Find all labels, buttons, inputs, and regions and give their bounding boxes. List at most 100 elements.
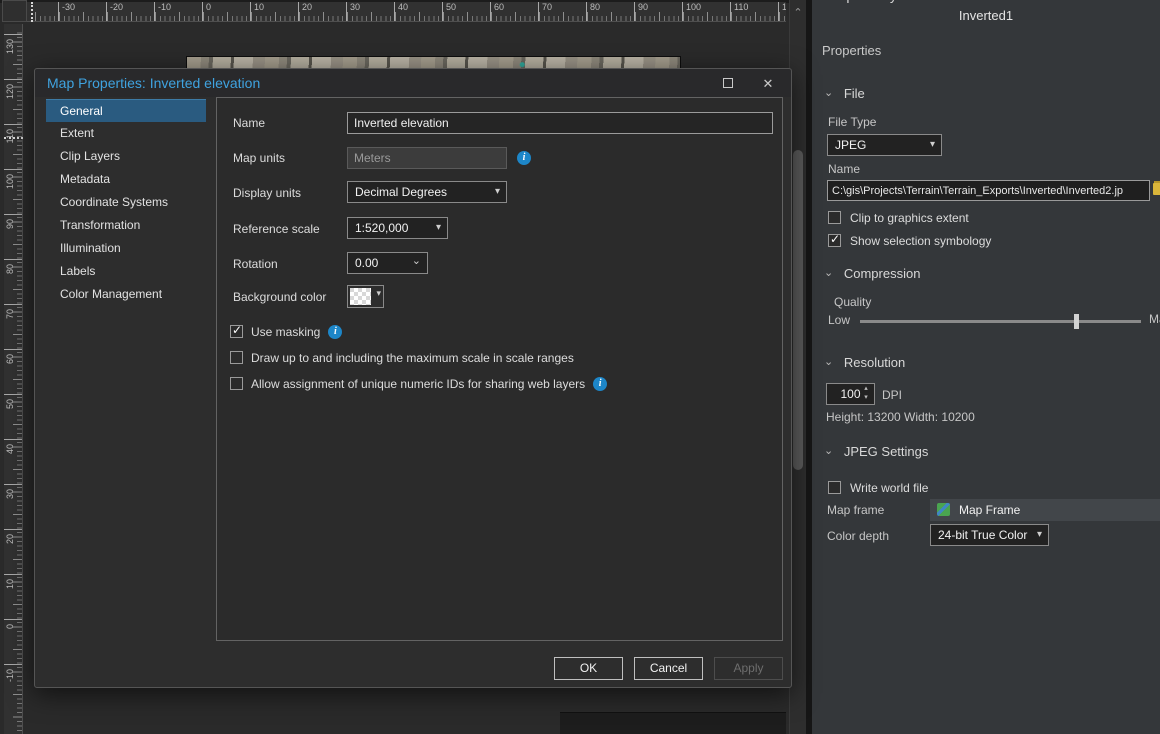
dialog-checkbox-row[interactable]: Use masking (230, 323, 342, 339)
pane-title-text: Export Layout (812, 0, 1160, 3)
resolution-section-header[interactable]: Resolution (824, 355, 905, 370)
checkbox-label: Write world file (850, 481, 928, 495)
rotation-label: Rotation (233, 257, 278, 271)
checkbox[interactable] (230, 325, 243, 338)
dialog-tab-metadata[interactable]: Metadata (46, 168, 206, 191)
dialog-titlebar: Map Properties: Inverted elevation ✕ (35, 69, 791, 97)
display-units-dropdown[interactable]: Decimal Degrees (347, 181, 507, 203)
compression-section-header[interactable]: Compression (824, 266, 920, 281)
ruler-tick: -10 (4, 664, 23, 709)
document-name: Inverted1 (812, 8, 1160, 23)
file-type-label: File Type (828, 115, 876, 129)
color-depth-dropdown[interactable]: 24-bit True Color (930, 524, 1049, 546)
map-name-input[interactable] (347, 112, 773, 134)
ruler-tick: 50 (4, 394, 23, 439)
checkbox[interactable] (828, 481, 841, 494)
ruler-tick: 110 (4, 124, 23, 169)
ok-button[interactable]: OK (554, 657, 623, 680)
dialog-tab-illumination[interactable]: Illumination (46, 237, 206, 260)
scrollbar-thumb[interactable] (793, 150, 803, 470)
dpi-unit-label: DPI (882, 388, 902, 402)
close-icon: ✕ (763, 76, 774, 91)
ruler-tick: 40 (394, 2, 442, 22)
dialog-tab-extent[interactable]: Extent (46, 122, 206, 145)
quality-max-label: Max (1149, 312, 1160, 326)
color-depth-label: Color depth (827, 529, 889, 543)
dpi-spinner[interactable]: 100 ▴▾ (826, 383, 875, 405)
file-section-header[interactable]: File (824, 86, 865, 101)
checkbox[interactable] (230, 351, 243, 364)
ruler-tick: 20 (4, 529, 23, 574)
output-path-input[interactable] (827, 180, 1150, 201)
maximize-button[interactable] (713, 74, 743, 94)
general-panel: Name Map units Display units Decimal Deg… (216, 97, 783, 641)
selection-symbology-row[interactable]: Show selection symbology (828, 232, 999, 248)
ruler-cursor-marker-horizontal (31, 2, 33, 22)
map-frame-value: Map Frame (959, 503, 1020, 517)
resolution-header-text: Resolution (844, 355, 905, 370)
file-type-dropdown[interactable]: JPEG (827, 134, 942, 156)
ruler-tick: 70 (4, 304, 23, 349)
info-icon[interactable] (517, 151, 531, 165)
dialog-tab-coordinate-systems[interactable]: Coordinate Systems (46, 191, 206, 214)
ruler-tick: 90 (634, 2, 682, 22)
reference-scale-dropdown[interactable]: 1:520,000 (347, 217, 448, 239)
quality-min-label: Low (828, 313, 850, 327)
dialog-tab-general[interactable]: General (46, 99, 206, 122)
ruler-tick: 90 (4, 214, 23, 259)
quality-slider-handle[interactable] (1074, 314, 1079, 329)
jpeg-header-text: JPEG Settings (844, 444, 929, 459)
apply-button: Apply (714, 657, 783, 680)
ruler-tick: 10 (250, 2, 298, 22)
cancel-button[interactable]: Cancel (634, 657, 703, 680)
ruler-tick: 80 (586, 2, 634, 22)
dialog-tab-color-management[interactable]: Color Management (46, 283, 206, 306)
checkbox[interactable] (230, 377, 243, 390)
name-label: Name (233, 116, 265, 130)
dialog-tab-transformation[interactable]: Transformation (46, 214, 206, 237)
spinner-arrows-icon[interactable]: ▴▾ (861, 384, 871, 404)
jpeg-settings-section-header[interactable]: JPEG Settings (824, 444, 928, 459)
ruler-tick: 110 (730, 2, 778, 22)
map-frame-icon (937, 503, 950, 516)
checkbox-label: Show selection symbology (850, 234, 991, 248)
map-frame-label: Map frame (827, 503, 884, 517)
write-world-file-row[interactable]: Write world file (828, 479, 936, 495)
export-pane: Export Layout Inverted1 Properties File … (812, 0, 1160, 734)
reference-scale-label: Reference scale (233, 222, 320, 236)
dialog-tab-clip-layers[interactable]: Clip Layers (46, 145, 206, 168)
ruler-tick: -20 (106, 2, 154, 22)
dialog-checkbox-row[interactable]: Allow assignment of unique numeric IDs f… (230, 375, 607, 391)
dialog-tab-labels[interactable]: Labels (46, 260, 206, 283)
ruler-corner (2, 0, 27, 22)
ruler-tick: 20 (298, 2, 346, 22)
ruler-tick: 130 (4, 34, 23, 79)
info-icon[interactable] (328, 325, 342, 339)
ruler-tick: 100 (4, 169, 23, 214)
ruler-tick: 30 (4, 484, 23, 529)
close-button[interactable]: ✕ (753, 74, 783, 94)
map-units-input (347, 147, 507, 169)
checkbox-label: Draw up to and including the maximum sca… (251, 351, 574, 365)
checkbox-label: Use masking (251, 325, 320, 339)
checkbox-label: Allow assignment of unique numeric IDs f… (251, 377, 585, 391)
dialog-checkbox-row[interactable]: Draw up to and including the maximum sca… (230, 349, 582, 365)
quality-label: Quality (834, 295, 871, 309)
map-frame-dropdown[interactable]: Map Frame (930, 499, 1160, 521)
browse-folder-icon[interactable] (1153, 183, 1160, 195)
ruler-tick: 0 (202, 2, 250, 22)
rotation-combobox[interactable]: 0.00 (347, 252, 428, 274)
quality-slider[interactable] (860, 320, 1141, 323)
background-color-picker[interactable] (347, 285, 384, 308)
dpi-value: 100 (840, 387, 860, 401)
ruler-tick: -10 (154, 2, 202, 22)
clip-graphics-row[interactable]: Clip to graphics extent (828, 209, 977, 225)
ruler-tick: 120 (778, 2, 786, 22)
ruler-tick: 40 (4, 439, 23, 484)
info-icon[interactable] (593, 377, 607, 391)
scroll-up-arrow-icon[interactable]: ⌃ (790, 6, 806, 22)
ruler-tick: -30 (58, 2, 106, 22)
background-color-label: Background color (233, 290, 326, 304)
checkbox[interactable] (828, 211, 841, 224)
checkbox[interactable] (828, 234, 841, 247)
